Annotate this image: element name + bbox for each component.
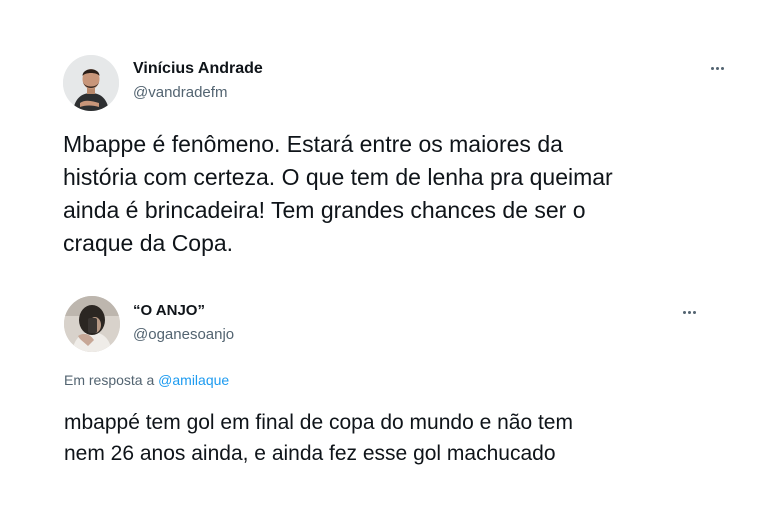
username-handle[interactable]: @oganesoanjo	[133, 326, 234, 343]
more-options-icon[interactable]	[677, 304, 701, 320]
display-name[interactable]: “O ANJO”	[133, 302, 205, 319]
avatar-photo-icon	[64, 296, 120, 352]
reply-context: Em resposta a @amilaque	[64, 372, 229, 388]
avatar[interactable]	[63, 55, 119, 111]
display-name[interactable]: Vinícius Andrade	[133, 60, 263, 78]
reply-mention-link[interactable]: @amilaque	[158, 372, 229, 388]
dot	[692, 310, 696, 314]
tweet-text: mbappé tem gol em final de copa do mundo…	[64, 411, 573, 465]
more-options-icon[interactable]	[705, 60, 729, 76]
tweet-text: Mbappe é fenômeno. Estará entre os maior…	[63, 131, 613, 256]
dot	[682, 310, 686, 314]
reply-tweet-card[interactable]: “O ANJO” @oganesoanjo Em resposta a @ami…	[0, 290, 768, 512]
reply-prefix: Em resposta a	[64, 372, 159, 388]
avatar-photo-icon	[63, 55, 119, 111]
tweet-card[interactable]: Vinícius Andrade @vandradefm Mbappe é fe…	[0, 0, 768, 290]
dot	[710, 66, 714, 70]
dot	[715, 66, 719, 70]
dot	[720, 66, 724, 70]
avatar[interactable]	[64, 296, 120, 352]
username-handle[interactable]: @vandradefm	[133, 84, 227, 101]
dot	[687, 310, 691, 314]
